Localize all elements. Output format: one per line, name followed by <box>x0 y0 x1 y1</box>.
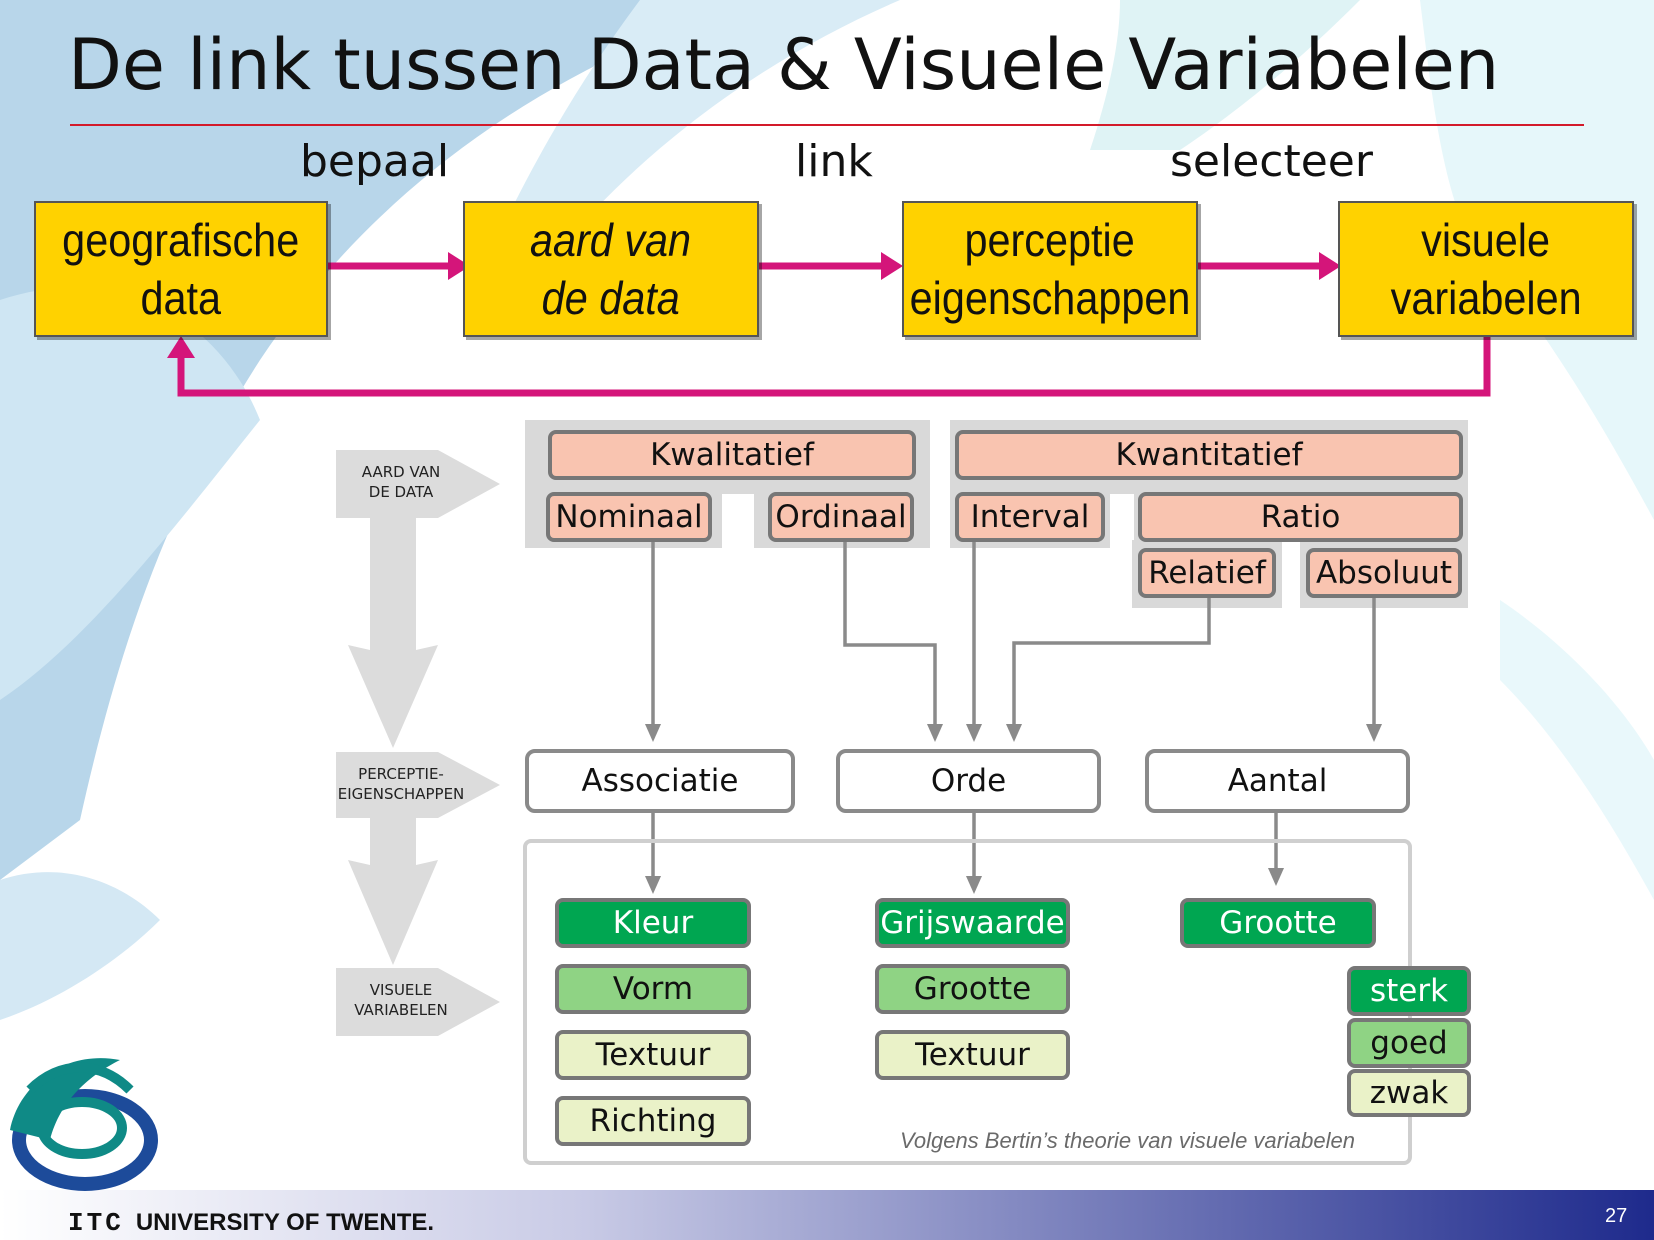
type-nominal: Nominaal <box>546 492 712 542</box>
university-name: UNIVERSITY OF TWENTE. <box>135 1209 435 1236</box>
visvar-shape: Vorm <box>555 964 751 1014</box>
perception-order: Orde <box>836 749 1101 813</box>
visvar-size-order: Grootte <box>875 964 1070 1014</box>
perception-quantity: Aantal <box>1145 749 1410 813</box>
type-ratio: Ratio <box>1138 492 1463 542</box>
footer-brand: ITC UNIVERSITY OF TWENTE. <box>68 1208 434 1238</box>
visvar-orientation: Richting <box>555 1096 751 1146</box>
visvar-texture-association: Textuur <box>555 1030 751 1080</box>
visvar-texture-order: Textuur <box>875 1030 1070 1080</box>
legend-weak: zwak <box>1347 1069 1471 1117</box>
itc-wordmark: ITC <box>68 1208 124 1238</box>
legend-strong: sterk <box>1347 966 1471 1016</box>
visvar-size-quantity: Grootte <box>1180 898 1376 948</box>
type-absolute: Absoluut <box>1306 548 1462 598</box>
visvar-color: Kleur <box>555 898 751 948</box>
page-number: 27 <box>1605 1205 1628 1227</box>
legend-good: goed <box>1347 1018 1471 1068</box>
type-relative: Relatief <box>1138 548 1276 598</box>
perception-association: Associatie <box>525 749 795 813</box>
source-note: Volgens Bertin’s theorie van visuele var… <box>900 1128 1355 1153</box>
visvar-grayscale: Grijswaarde <box>875 898 1070 948</box>
type-ordinal: Ordinaal <box>768 492 914 542</box>
type-quantitative: Kwantitatief <box>955 430 1463 480</box>
type-interval: Interval <box>955 492 1105 542</box>
type-qualitative: Kwalitatief <box>548 430 916 480</box>
